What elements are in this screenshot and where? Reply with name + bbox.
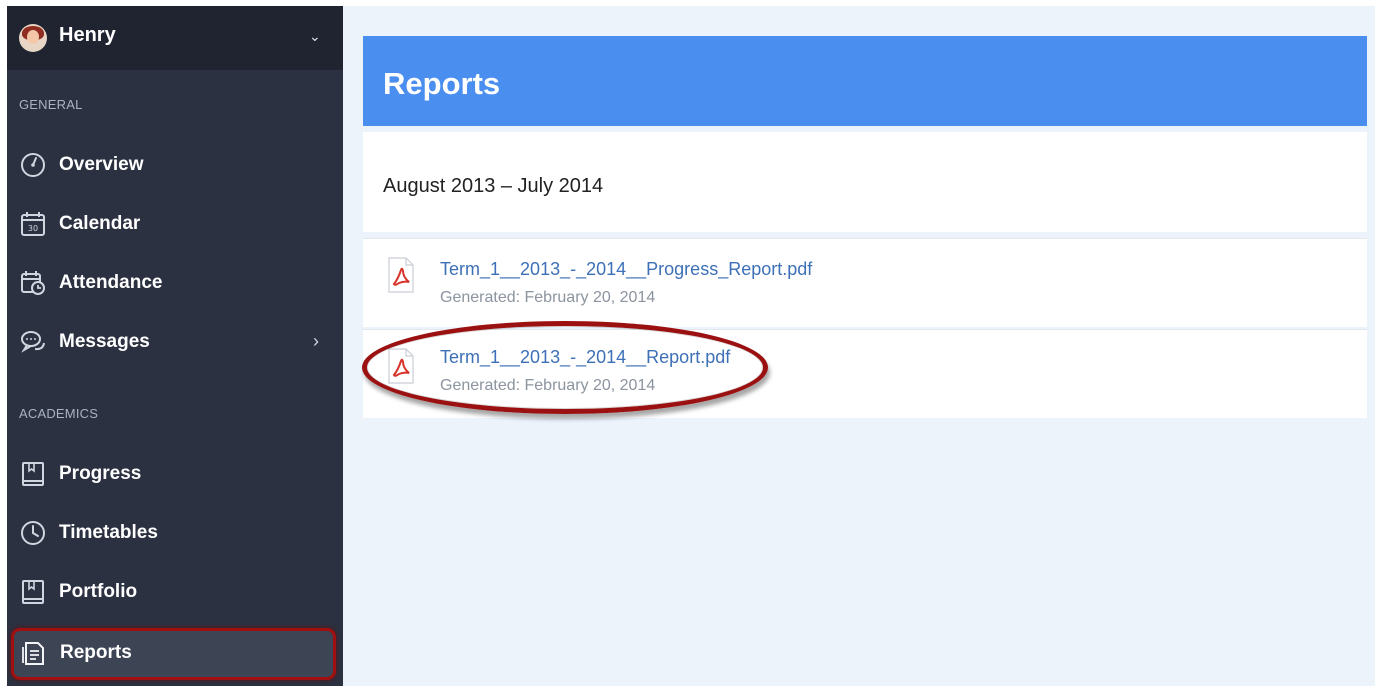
sidebar-item-attendance[interactable]: Attendance	[7, 259, 343, 309]
page-header: Reports	[363, 36, 1367, 126]
report-file-link[interactable]: Term_1__2013_-_2014__Progress_Report.pdf	[440, 259, 812, 280]
gauge-icon	[21, 153, 45, 177]
sidebar-item-overview[interactable]: Overview	[7, 141, 343, 191]
sidebar-item-label: Timetables	[59, 522, 158, 543]
sidebar-item-timetables[interactable]: Timetables	[7, 509, 343, 559]
chevron-down-icon[interactable]: ⌄	[309, 28, 321, 45]
report-generated-date: Generated: February 20, 2014	[440, 289, 656, 306]
sidebar-item-reports[interactable]: Reports	[11, 628, 336, 680]
sidebar-item-label: Portfolio	[59, 581, 138, 602]
sidebar: Henry ⌄ GENERAL Overview 30 Calendar Att…	[7, 6, 343, 686]
chevron-right-icon: ›	[313, 331, 319, 351]
user-menu[interactable]: Henry ⌄	[7, 6, 343, 70]
report-row[interactable]: Term_1__2013_-_2014__Progress_Report.pdf…	[363, 238, 1367, 327]
report-period: August 2013 – July 2014	[363, 132, 1367, 232]
section-label-general: GENERAL	[19, 97, 83, 112]
period-title: August 2013 – July 2014	[383, 175, 604, 197]
sidebar-item-messages[interactable]: Messages ›	[7, 318, 343, 368]
bookmark-icon	[22, 580, 44, 604]
sidebar-item-portfolio[interactable]: Portfolio	[7, 568, 343, 618]
sidebar-item-calendar[interactable]: 30 Calendar	[7, 200, 343, 250]
section-label-academics: ACADEMICS	[19, 406, 99, 421]
sidebar-item-label: Attendance	[59, 272, 163, 293]
user-name: Henry	[59, 24, 116, 46]
sidebar-item-label: Calendar	[59, 213, 141, 234]
sidebar-item-progress[interactable]: Progress	[7, 450, 343, 500]
pdf-file-icon	[388, 257, 414, 293]
book-icon	[22, 462, 44, 486]
clock-icon	[21, 521, 45, 545]
avatar	[19, 24, 47, 52]
highlight-annotation	[362, 321, 768, 414]
sidebar-item-label: Overview	[59, 154, 144, 175]
attendance-icon	[21, 271, 45, 295]
sidebar-item-label: Progress	[59, 463, 142, 484]
calendar-icon-text: 30	[28, 224, 38, 233]
calendar-icon: 30	[21, 212, 45, 236]
chat-icon	[21, 331, 45, 353]
page-title: Reports	[383, 66, 501, 101]
sidebar-item-label: Reports	[60, 642, 132, 663]
sidebar-item-label: Messages	[59, 331, 150, 352]
reports-icon	[22, 642, 44, 665]
